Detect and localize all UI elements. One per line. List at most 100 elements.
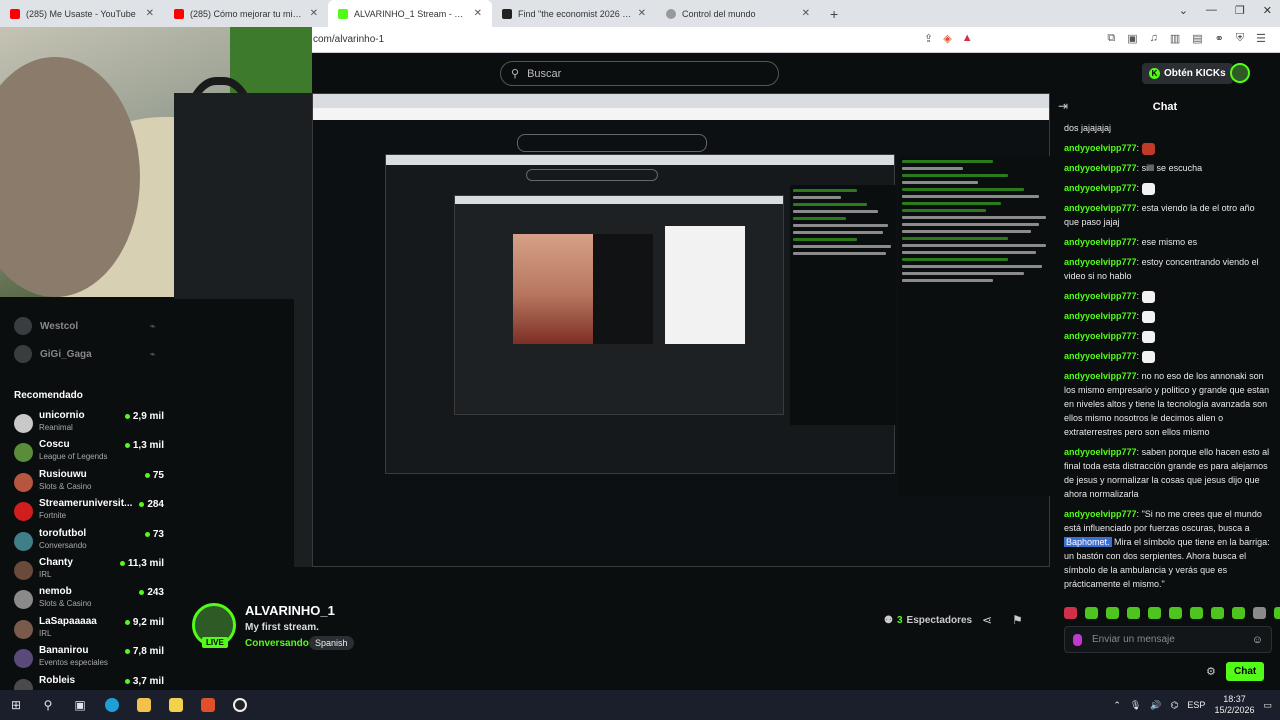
recommended-channel[interactable]: Rusiouwu Slots & Casino 75 [14, 469, 164, 498]
vpn-icon[interactable]: ⛨ [1236, 32, 1244, 45]
report-icon[interactable]: ⚑ [1012, 613, 1023, 627]
emote-icon[interactable] [1064, 607, 1077, 619]
speaker-icon[interactable]: 🔊 [1150, 700, 1161, 711]
chat-username[interactable]: andyyoelvipp777 [1064, 447, 1137, 457]
emote-icon[interactable] [1169, 607, 1182, 619]
notification-icon[interactable]: ▭ [1263, 700, 1272, 711]
followed-channel[interactable]: GiGi_Gaga ⌁ [14, 345, 155, 363]
streamer-name[interactable]: ALVARINHO_1 [245, 603, 335, 618]
close-tab-icon[interactable]: ✕ [638, 8, 646, 19]
browser-tab-3[interactable]: ALVARINHO_1 Stream - Watch L ✕ [328, 0, 492, 27]
minimize-icon[interactable]: — [1206, 4, 1217, 17]
recommended-channel[interactable]: LaSapaaaaa IRL 9,2 mil [14, 616, 164, 645]
chat-message: andyyoelvipp777: [1064, 329, 1272, 343]
extensions-icon[interactable]: ⧉ [1107, 32, 1115, 45]
chat-username[interactable]: andyyoelvipp777 [1064, 237, 1137, 247]
chat-emote-icon [1141, 182, 1155, 195]
recommended-channel[interactable]: Chanty IRL 11,3 mil [14, 557, 164, 586]
recommended-channel[interactable]: Streameruniversit... Fortnite 284 [14, 498, 164, 527]
share-icon[interactable]: ⇪ [924, 32, 933, 45]
new-tab-button[interactable]: + [820, 6, 848, 22]
chat-username[interactable]: andyyoelvipp777 [1064, 331, 1137, 341]
chevron-down-icon[interactable]: ⌄ [1179, 4, 1188, 17]
windows-start-icon[interactable]: ⊞ [0, 690, 32, 720]
close-window-icon[interactable]: ✕ [1263, 4, 1272, 17]
emote-icon[interactable] [1211, 607, 1224, 619]
browser-tab-5[interactable]: Control del mundo ✕ [656, 0, 820, 27]
link-icon[interactable]: ⚭ [1215, 32, 1224, 45]
share-icon[interactable]: ⋖ [982, 613, 992, 627]
user-avatar[interactable] [1230, 63, 1250, 83]
wifi-icon[interactable]: ⌬ [1171, 700, 1179, 711]
emote-icon[interactable] [1253, 607, 1266, 619]
menu-icon[interactable]: ☰ [1256, 32, 1266, 45]
chat-placeholder: Enviar un mensaje [1092, 634, 1175, 645]
task-view-icon[interactable]: ▣ [64, 690, 96, 720]
emoji-icon[interactable]: ☺ [1252, 634, 1263, 646]
settings-gear-icon[interactable]: ⚙ [1206, 665, 1216, 678]
brave-shield-icon[interactable]: ◈ [943, 32, 951, 45]
chat-send-button[interactable]: Chat [1226, 662, 1265, 681]
browser-tab-4[interactable]: Find "the economist 2026 explicación ✕ [492, 0, 656, 27]
search-input[interactable]: ⚲ Buscar [500, 61, 779, 86]
chat-colon: : [1136, 143, 1142, 153]
language-indicator[interactable]: ESP [1187, 700, 1205, 710]
emote-icon[interactable] [1274, 607, 1280, 619]
store-icon[interactable] [160, 690, 192, 720]
emote-icon[interactable] [1190, 607, 1203, 619]
close-tab-icon[interactable]: ✕ [146, 8, 154, 19]
clock[interactable]: 18:37 15/2/2026 [1214, 694, 1254, 716]
sidebar-icon[interactable]: ▥ [1170, 32, 1180, 45]
search-icon[interactable]: ⚲ [32, 690, 64, 720]
chat-username[interactable]: andyyoelvipp777 [1064, 291, 1137, 301]
get-kicks-button[interactable]: K Obtén KICKs [1142, 63, 1233, 84]
browser-tab-2[interactable]: (285) Cómo mejorar tu micrófono en ✕ [164, 0, 328, 27]
chat-username[interactable]: andyyoelvipp777 [1064, 311, 1137, 321]
url-field[interactable]: com/alvarinho-1 [313, 34, 384, 45]
recommended-channel[interactable]: nemob Slots & Casino 243 [14, 586, 164, 615]
file-explorer-icon[interactable] [128, 690, 160, 720]
chat-message: andyyoelvipp777: estoy concentrando vien… [1064, 255, 1272, 283]
microphone-icon[interactable]: 🎙 [1130, 700, 1141, 711]
screenshot-icon[interactable]: ▣ [1127, 32, 1137, 45]
close-tab-icon[interactable]: ✕ [474, 8, 482, 19]
chat-message-input[interactable]: Enviar un mensaje ☺ [1064, 626, 1272, 653]
brave-icon[interactable] [192, 690, 224, 720]
emote-icon[interactable] [1085, 607, 1098, 619]
chat-username[interactable]: andyyoelvipp777 [1064, 183, 1137, 193]
chat-username[interactable]: andyyoelvipp777 [1064, 163, 1137, 173]
chat-username[interactable]: andyyoelvipp777 [1064, 351, 1137, 361]
channel-category: Slots & Casino [39, 481, 92, 491]
video-player[interactable] [174, 93, 1050, 567]
chevron-up-icon[interactable]: ⌃ [1113, 700, 1121, 711]
language-tag[interactable]: Spanish [309, 636, 354, 650]
recommended-channel[interactable]: Bananirou Eventos especiales 7,8 mil [14, 645, 164, 674]
recommended-channel[interactable]: unicornio Reanimal 2,9 mil [14, 410, 164, 439]
chat-username[interactable]: andyyoelvipp777 [1064, 257, 1137, 267]
recommended-channel[interactable]: torofutbol Conversando 73 [14, 528, 164, 557]
brave-rewards-icon[interactable]: ▲ [962, 32, 973, 45]
followed-channel[interactable]: Westcol ⌁ [14, 317, 155, 335]
emote-icon[interactable] [1106, 607, 1119, 619]
maximize-icon[interactable]: ❐ [1235, 4, 1245, 17]
emote-icon[interactable] [1232, 607, 1245, 619]
chat-username[interactable]: andyyoelvipp777 [1064, 143, 1137, 153]
viewer-count: ⚉ 3 Espectadores [884, 615, 972, 626]
channel-viewers: 9,2 mil [125, 617, 164, 628]
recommended-channel[interactable]: Coscu League of Legends 1,3 mil [14, 439, 164, 468]
edge-icon[interactable] [96, 690, 128, 720]
chat-username[interactable]: andyyoelvipp777 [1064, 509, 1137, 519]
chat-username[interactable]: andyyoelvipp777 [1064, 203, 1137, 213]
obs-icon[interactable] [224, 690, 256, 720]
music-icon[interactable]: ♫ [1150, 32, 1158, 45]
chat-username[interactable]: andyyoelvipp777 [1064, 371, 1137, 381]
close-tab-icon[interactable]: ✕ [802, 8, 810, 19]
channel-category: IRL [39, 628, 52, 638]
wallet-icon[interactable]: ▤ [1192, 32, 1202, 45]
microphone-icon[interactable] [1073, 633, 1082, 646]
emote-icon[interactable] [1148, 607, 1161, 619]
close-tab-icon[interactable]: ✕ [310, 8, 318, 19]
emote-icon[interactable] [1127, 607, 1140, 619]
stream-category[interactable]: Conversando [245, 638, 309, 649]
browser-tab-1[interactable]: (285) Me Usaste - YouTube ✕ [0, 0, 164, 27]
